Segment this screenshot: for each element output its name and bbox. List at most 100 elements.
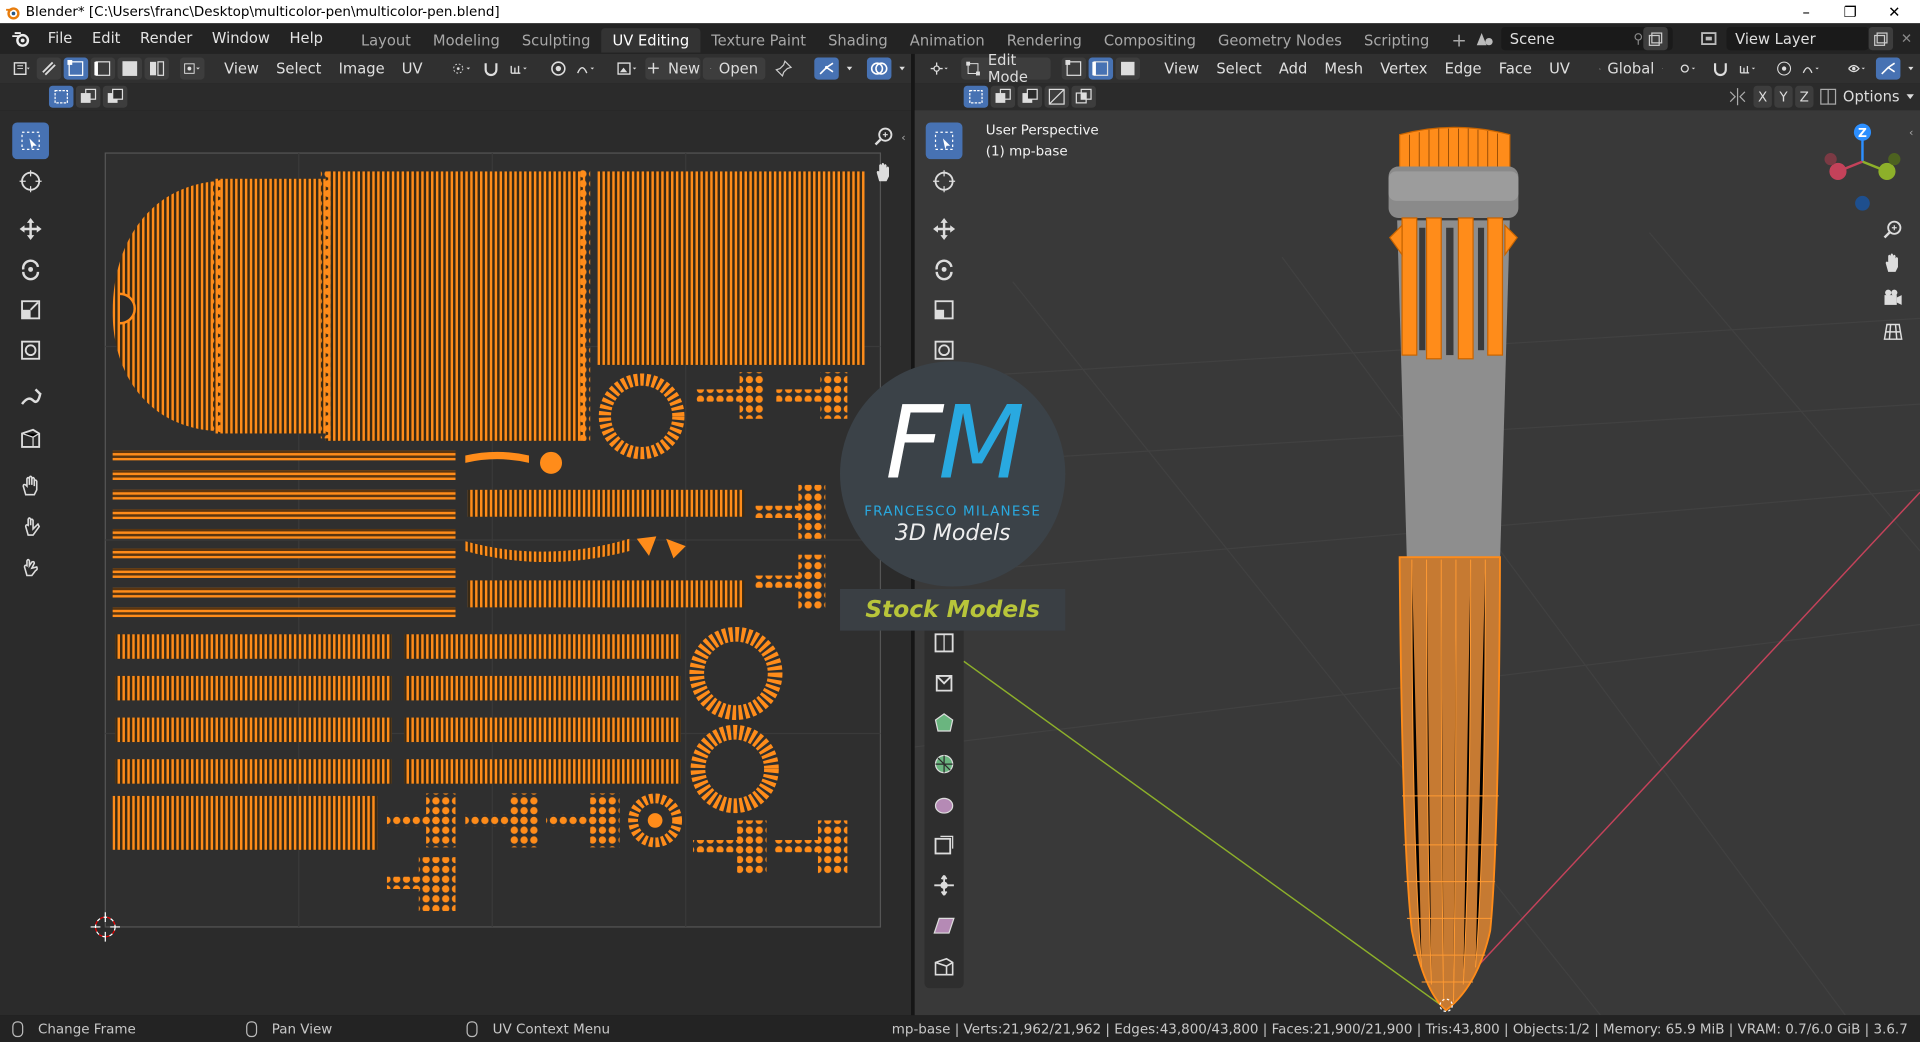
vp-scale-tool-icon[interactable] <box>926 291 963 328</box>
new-image-button[interactable]: + New <box>645 57 701 80</box>
snap-target-icon[interactable] <box>505 58 532 80</box>
new-scene-icon[interactable] <box>1643 26 1668 51</box>
tab-shading[interactable]: Shading <box>817 28 899 52</box>
uv-pinch-tool-icon[interactable] <box>12 549 49 586</box>
vp-menu-uv[interactable]: UV <box>1541 60 1579 77</box>
vp-select-invert-icon[interactable] <box>1044 85 1069 108</box>
uv-cursor-tool-icon[interactable] <box>12 163 49 200</box>
vp-pivot-point-icon[interactable] <box>1675 58 1701 80</box>
snap-toggle-icon[interactable] <box>478 58 502 80</box>
navigation-gizmo[interactable]: Z <box>1813 118 1911 228</box>
vp-camera-view-icon[interactable] <box>1880 284 1907 311</box>
pin-scene-icon[interactable]: ⚲ <box>1633 31 1643 47</box>
uv-zoom-icon[interactable] <box>871 122 898 149</box>
viewport-editor-type-icon[interactable] <box>927 58 953 80</box>
gizmo-x-axis-icon[interactable] <box>1829 162 1847 181</box>
maximize-button[interactable]: ❐ <box>1827 0 1874 23</box>
browse-image-icon[interactable] <box>614 58 643 80</box>
mirror-z-toggle[interactable]: Z <box>1795 85 1814 108</box>
view-layer-icon[interactable] <box>1695 27 1724 50</box>
view-layer-field[interactable]: View Layer <box>1726 26 1869 51</box>
menu-file[interactable]: File <box>38 23 82 54</box>
uv-menu-uv[interactable]: UV <box>393 60 431 77</box>
uv-relax-tool-icon[interactable] <box>12 508 49 545</box>
vp-edge-slide-tool-icon[interactable] <box>926 827 963 864</box>
proportional-editing-icon[interactable] <box>546 58 570 80</box>
tab-animation[interactable]: Animation <box>899 28 996 52</box>
open-image-button[interactable]: Open <box>703 57 766 80</box>
menu-help[interactable]: Help <box>280 23 333 54</box>
vp-vertex-select-icon[interactable] <box>1061 57 1086 80</box>
vp-menu-edge[interactable]: Edge <box>1436 60 1490 77</box>
vp-projection-toggle-icon[interactable] <box>1880 318 1907 345</box>
uv-move-tool-icon[interactable] <box>12 211 49 248</box>
vp-select-intersect-icon[interactable] <box>1071 85 1096 108</box>
gizmo-dropdown-icon[interactable] <box>841 58 857 80</box>
vp-gizmo-dropdown-icon[interactable] <box>1903 58 1919 80</box>
vp-smooth-tool-icon[interactable] <box>926 786 963 823</box>
vp-menu-face[interactable]: Face <box>1490 60 1540 77</box>
pin-image-icon[interactable] <box>772 58 796 80</box>
viewport-canvas[interactable]: User Perspective (1) mp-base Z ‹ <box>914 110 1920 1016</box>
tab-scripting[interactable]: Scripting <box>1353 28 1440 52</box>
vp-shear-tool-icon[interactable] <box>926 907 963 944</box>
uv-menu-select[interactable]: Select <box>268 60 330 77</box>
mirror-x-toggle[interactable]: X <box>1753 85 1772 108</box>
vp-rotate-tool-icon[interactable] <box>926 251 963 288</box>
edge-select-mode-icon[interactable] <box>90 57 116 80</box>
tab-texture-paint[interactable]: Texture Paint <box>700 28 817 52</box>
tab-uv-editing[interactable]: UV Editing <box>601 27 701 53</box>
new-view-layer-icon[interactable] <box>1868 26 1894 51</box>
blender-menu-icon[interactable] <box>11 30 31 47</box>
vp-face-select-icon[interactable] <box>1115 57 1140 80</box>
vp-menu-select[interactable]: Select <box>1208 60 1270 77</box>
visibility-selectability-icon[interactable] <box>1844 58 1870 80</box>
face-select-mode-icon[interactable] <box>117 57 143 80</box>
sticky-selection-icon[interactable] <box>180 57 205 80</box>
select-new-icon[interactable] <box>48 85 74 108</box>
vp-menu-mesh[interactable]: Mesh <box>1316 60 1372 77</box>
vp-spin-tool-icon[interactable] <box>926 746 963 783</box>
tab-geometry-nodes[interactable]: Geometry Nodes <box>1207 28 1353 52</box>
select-subtract-icon[interactable] <box>102 85 128 108</box>
vp-snap-icon[interactable] <box>1708 58 1732 80</box>
uv-transform-tool-icon[interactable] <box>12 332 49 369</box>
sync-selection-icon[interactable] <box>36 57 62 80</box>
uv-menu-view[interactable]: View <box>216 60 268 77</box>
vp-move-tool-icon[interactable] <box>926 211 963 248</box>
vp-select-new-icon[interactable] <box>963 85 989 108</box>
vp-poly-build-tool-icon[interactable] <box>926 705 963 742</box>
editor-type-icon[interactable] <box>10 58 34 80</box>
menu-render[interactable]: Render <box>130 23 202 54</box>
select-extend-icon[interactable] <box>75 85 101 108</box>
mode-selector[interactable]: Edit Mode <box>961 51 1051 86</box>
uv-editor-canvas[interactable]: ‹ <box>0 110 912 1016</box>
uv-grab-tool-icon[interactable] <box>12 468 49 505</box>
uv-editor-gizmo-toggle-icon[interactable] <box>814 57 839 80</box>
vp-proportional-icon[interactable] <box>1772 58 1796 80</box>
vp-menu-vertex[interactable]: Vertex <box>1372 60 1436 77</box>
vp-select-extend-icon[interactable] <box>990 85 1016 108</box>
tab-compositing[interactable]: Compositing <box>1093 28 1207 52</box>
close-button[interactable]: ✕ <box>1871 0 1918 23</box>
vp-zoom-icon[interactable] <box>1880 216 1907 243</box>
transform-orientation-selector[interactable]: Global <box>1596 58 1667 80</box>
vp-shrink-fatten-tool-icon[interactable] <box>926 867 963 904</box>
vp-select-subtract-icon[interactable] <box>1017 85 1043 108</box>
uv-annotate-tool-icon[interactable] <box>12 380 49 417</box>
tab-rendering[interactable]: Rendering <box>996 28 1093 52</box>
vp-sidebar-toggle-icon[interactable]: ‹ <box>1909 127 1913 139</box>
vertex-select-mode-icon[interactable] <box>63 57 89 80</box>
topology-mirror-icon[interactable] <box>1818 87 1838 107</box>
menu-window[interactable]: Window <box>202 23 280 54</box>
vp-gizmo-toggle-icon[interactable] <box>1875 57 1901 80</box>
vp-pan-icon[interactable] <box>1880 250 1907 277</box>
pivot-point-icon[interactable] <box>448 58 475 80</box>
vp-select-box-tool-icon[interactable] <box>925 122 963 160</box>
options-dropdown[interactable]: Options <box>1843 86 1917 108</box>
island-select-mode-icon[interactable] <box>144 57 169 80</box>
vp-rip-region-tool-icon[interactable] <box>926 948 963 985</box>
uv-sidebar-toggle-icon[interactable]: ‹ <box>901 132 911 144</box>
tab-modeling[interactable]: Modeling <box>422 28 511 52</box>
tab-sculpting[interactable]: Sculpting <box>511 28 602 52</box>
